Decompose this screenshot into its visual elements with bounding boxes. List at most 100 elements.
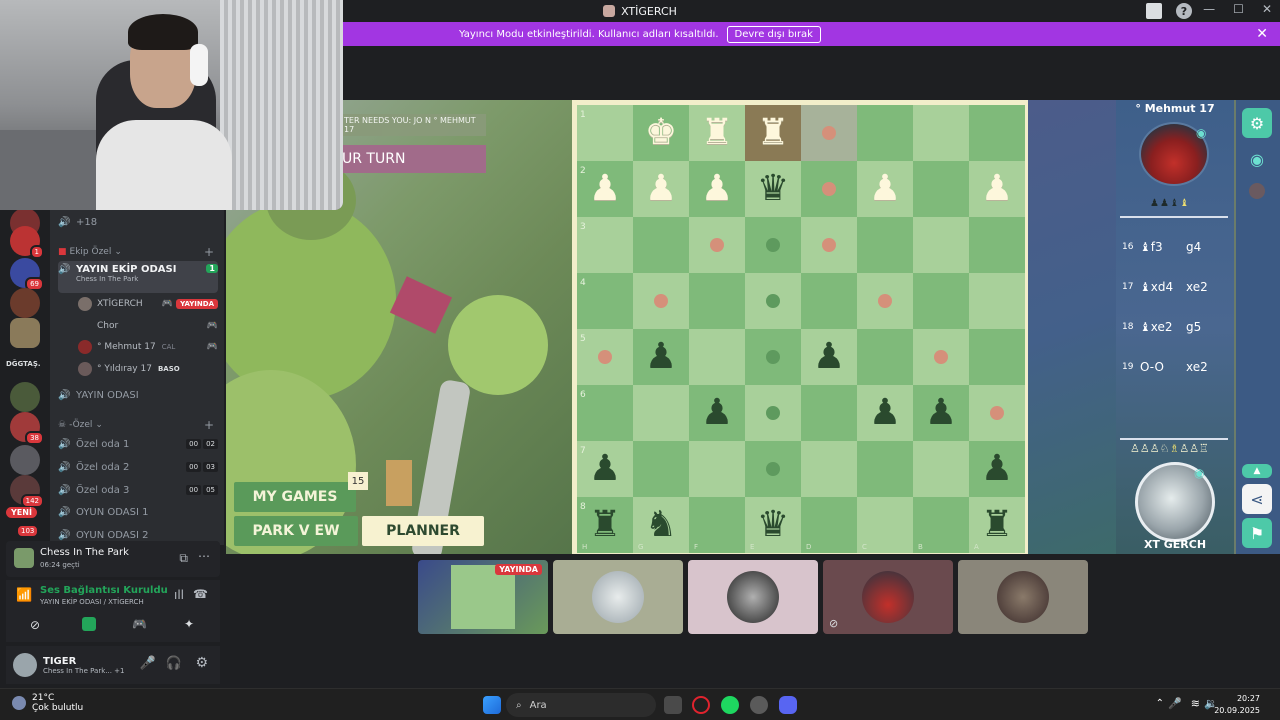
board-square[interactable]: ♜ 8 H	[577, 497, 633, 553]
board-square[interactable]: C	[857, 497, 913, 553]
black-piece-icon[interactable]: ♜	[981, 507, 1013, 543]
voice-user[interactable]: ° Mehmut 17 CAL 🎮	[78, 337, 218, 357]
board-square[interactable]: 6	[577, 385, 633, 441]
opera-gx-icon[interactable]	[692, 696, 710, 714]
board-square[interactable]	[633, 441, 689, 497]
chess-board[interactable]: 1 ♚ ♜ ♜ ♟ 2 ♟ ♟ ♛ ♟ ♟ 3 4 5 ♟ ♟ 6 ♟ ♟ ♟ ♟ 7 ♟ ♜ 8 H ♞ G F ♛ E D C B ♜ A	[577, 105, 1025, 553]
settings-gear-icon[interactable]: ⚙	[195, 655, 208, 671]
soundboard-icon[interactable]: ✦	[184, 617, 194, 631]
board-square[interactable]: ♛ E	[745, 497, 801, 553]
voice-user[interactable]: ° Yıldıray 17 BASO	[78, 359, 218, 379]
board-square[interactable]	[689, 217, 745, 273]
board-square[interactable]: ♛	[745, 161, 801, 217]
add-channel-icon[interactable]: +	[204, 418, 214, 432]
voice-user[interactable]: XTİGERCH 🎮 YAYINDA	[78, 294, 218, 314]
black-piece-icon[interactable]: ♟	[813, 339, 845, 375]
park-view-button[interactable]: PARK V EW	[234, 516, 358, 546]
board-square[interactable]: ♟ 2	[577, 161, 633, 217]
new-servers-pill[interactable]: YENİ	[6, 507, 37, 518]
board-square[interactable]	[633, 385, 689, 441]
server-icon[interactable]: 1	[10, 226, 44, 259]
board-square[interactable]: ♟	[801, 329, 857, 385]
black-piece-icon[interactable]: ♟	[925, 395, 957, 431]
camera-off-icon[interactable]: ⊘	[30, 618, 40, 632]
board-square[interactable]	[801, 385, 857, 441]
board-square[interactable]	[857, 329, 913, 385]
server-icon[interactable]: 142	[10, 475, 44, 508]
move-hint-dot[interactable]	[822, 182, 836, 196]
category-ekip-ozel[interactable]: ■ Ekip Özel ⌄ +	[58, 242, 218, 262]
board-square[interactable]	[857, 105, 913, 161]
participant-tile[interactable]: ⊘	[823, 560, 953, 634]
white-piece-icon[interactable]: ♟	[589, 171, 621, 207]
board-square[interactable]: ♞ G	[633, 497, 689, 553]
discord-icon[interactable]	[779, 696, 797, 714]
board-square[interactable]	[857, 441, 913, 497]
board-square[interactable]	[913, 161, 969, 217]
black-piece-icon[interactable]: ♟	[701, 395, 733, 431]
black-piece-icon[interactable]: ♛	[757, 507, 789, 543]
board-square[interactable]: ♟	[633, 161, 689, 217]
white-piece-icon[interactable]: ♟	[701, 171, 733, 207]
server-icon[interactable]	[10, 288, 40, 318]
board-square[interactable]	[969, 105, 1025, 161]
minimize-button[interactable]: —	[1203, 2, 1215, 16]
inbox-icon[interactable]	[1146, 3, 1162, 19]
server-icon[interactable]	[10, 382, 40, 412]
task-view-icon[interactable]	[664, 696, 682, 714]
board-square[interactable]: ♟	[689, 385, 745, 441]
board-square[interactable]	[913, 217, 969, 273]
board-square[interactable]: ♚	[633, 105, 689, 161]
close-window-button[interactable]: ✕	[1262, 2, 1272, 16]
noise-suppression-icon[interactable]: ıll	[174, 588, 184, 602]
server-icon[interactable]	[10, 318, 40, 348]
help-icon[interactable]: ?	[1176, 3, 1192, 19]
board-square[interactable]	[969, 385, 1025, 441]
white-piece-icon[interactable]: ♟	[869, 171, 901, 207]
board-square[interactable]: ♟	[689, 161, 745, 217]
black-piece-icon[interactable]: ♟	[981, 451, 1013, 487]
board-square[interactable]	[969, 329, 1025, 385]
category-ozel[interactable]: ☠ -Özel ⌄ +	[58, 415, 218, 435]
participant-tile[interactable]	[553, 560, 683, 634]
signal-icon[interactable]: 📶	[16, 588, 32, 603]
activity-launcher-icon[interactable]: 🎮	[132, 617, 147, 631]
board-square[interactable]: ♟	[857, 385, 913, 441]
move-hint-dot[interactable]	[766, 350, 780, 364]
board-square[interactable]	[913, 441, 969, 497]
share-icon[interactable]: ⋖	[1242, 484, 1272, 514]
server-icon[interactable]: 69	[10, 258, 44, 291]
board-square[interactable]: F	[689, 497, 745, 553]
board-square[interactable]	[801, 105, 857, 161]
microphone-icon[interactable]: 🎤	[140, 656, 156, 671]
board-square[interactable]: B	[913, 497, 969, 553]
board-square[interactable]	[745, 441, 801, 497]
board-square[interactable]: 4	[577, 273, 633, 329]
board-square[interactable]: 5	[577, 329, 633, 385]
board-square[interactable]: ♜	[745, 105, 801, 161]
voice-user[interactable]: Chor 🎮	[78, 316, 218, 336]
hidden-members-row[interactable]: 🔊 +18	[58, 212, 218, 232]
spotify-icon[interactable]	[721, 696, 739, 714]
black-piece-icon[interactable]: ♟	[589, 451, 621, 487]
activity-panel[interactable]: Chess In The Park 06:24 geçti ⧉ ⋯	[6, 541, 220, 577]
share-screen-icon[interactable]	[82, 617, 96, 631]
disconnect-icon[interactable]: ☎	[193, 587, 208, 601]
board-square[interactable]: 1	[577, 105, 633, 161]
board-square[interactable]	[969, 217, 1025, 273]
app-icon[interactable]	[750, 696, 768, 714]
board-square[interactable]	[857, 273, 913, 329]
stream-preview-tile[interactable]: YAYINDA	[418, 560, 548, 634]
popout-icon[interactable]: ⧉	[179, 551, 188, 566]
board-square[interactable]	[913, 329, 969, 385]
wifi-icon[interactable]: ≋	[1191, 697, 1200, 710]
add-channel-icon[interactable]: +	[204, 245, 214, 259]
move-hint-dot[interactable]	[878, 294, 892, 308]
board-square[interactable]	[801, 441, 857, 497]
move-hint-dot[interactable]	[598, 350, 612, 364]
move-hint-dot[interactable]	[766, 238, 780, 252]
board-square[interactable]	[689, 273, 745, 329]
maximize-button[interactable]: ☐	[1233, 2, 1244, 16]
board-square[interactable]: D	[801, 497, 857, 553]
black-piece-icon[interactable]: ♞	[645, 507, 677, 543]
